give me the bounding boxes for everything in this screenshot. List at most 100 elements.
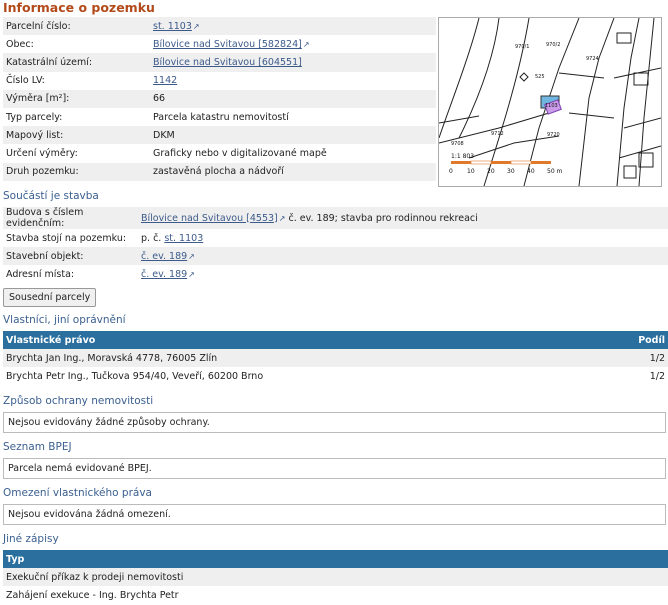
parcel-field-value: DKM	[153, 129, 175, 141]
external-link-icon[interactable]: ↗	[303, 40, 310, 49]
col-type: Typ	[3, 550, 668, 568]
owners-table: Vlastnické právo Podíl Brychta Jan Ing.,…	[3, 331, 668, 386]
map-scale-tick: 10	[467, 168, 475, 175]
map-scale-tick: 40	[527, 168, 535, 175]
restrictions-text: Nejsou evidována žádná omezení.	[3, 504, 666, 525]
parcel-info-table: Parcelní číslo: st. 1103↗ Obec: Bílovice na…	[3, 17, 436, 181]
parcel-field-link[interactable]: st. 1103	[153, 21, 192, 32]
parcel-field-label: Určení výměry:	[3, 144, 150, 163]
other-record-type: Exekuční příkaz k prodeji nemovitosti	[3, 568, 668, 587]
neighbor-parcels-button[interactable]: Sousední parcely	[3, 288, 97, 307]
building-row: Stavební objekt: č. ev. 189↗	[3, 247, 668, 266]
col-share: Podíl	[594, 331, 668, 349]
building-field-label: Budova s číslem evidenčním:	[3, 207, 138, 229]
external-link-icon[interactable]: ↗	[188, 270, 195, 279]
external-link-icon[interactable]: ↗	[193, 22, 200, 31]
building-field-value-cell: Bílovice nad Svitavou [4553]↗ č. ev. 189…	[138, 207, 668, 229]
parcel-field-label: Výměra [m²]:	[3, 89, 150, 108]
other-record-type: Zahájení exekuce - Ing. Brychta Petr	[3, 586, 668, 605]
building-heading: Součástí je stavba	[3, 190, 99, 202]
building-field-value-cell: č. ev. 189↗	[138, 265, 668, 284]
building-field-link[interactable]: st. 1103	[164, 233, 203, 244]
building-row: Budova s číslem evidenčním: Bílovice nad …	[3, 207, 668, 229]
parcel-field-value-cell: st. 1103↗	[150, 17, 436, 36]
building-field-label: Stavba stojí na pozemku:	[3, 229, 138, 248]
building-field-text: č. ev. 189; stavba pro rodinnou rekreaci	[285, 212, 478, 224]
parcel-field-value-cell: Bílovice nad Svitavou [604551]	[150, 53, 436, 72]
parcel-field-link[interactable]: Bílovice nad Svitavou [604551]	[153, 57, 302, 68]
map-label: 9724	[586, 56, 599, 62]
parcel-field-value-cell: 1142	[150, 71, 436, 90]
building-field-text: p. č.	[141, 232, 165, 244]
parcel-field-label: Typ parcely:	[3, 107, 150, 127]
building-field-link[interactable]: Bílovice nad Svitavou [4553]	[141, 213, 278, 224]
parcel-field-label: Číslo LV:	[3, 71, 150, 90]
building-field-link[interactable]: č. ev. 189	[141, 269, 187, 280]
owner-share: 1/2	[594, 349, 668, 368]
parcel-field-label: Mapový list:	[3, 126, 150, 145]
parcel-field-value: zastavěná plocha a nádvoří	[153, 166, 284, 178]
building-row: Adresní místa: č. ev. 189↗	[3, 265, 668, 284]
col-ownership: Vlastnické právo	[3, 331, 595, 349]
protection-text: Nejsou evidovány žádné způsoby ochrany.	[3, 412, 666, 433]
other-record-row: Exekuční příkaz k prodeji nemovitosti	[3, 568, 668, 587]
parcel-field-value-cell: Graficky nebo v digitalizované mapě	[150, 144, 436, 163]
map-scale-ratio: 1:1 803	[451, 153, 474, 160]
map-scale-tick: 0	[449, 168, 453, 175]
parcel-field-label: Druh pozemku:	[3, 162, 150, 181]
map-scale-tick: 30	[507, 168, 515, 175]
building-field-label: Stavební objekt:	[3, 247, 138, 266]
bpej-text: Parcela nemá evidované BPEJ.	[3, 458, 666, 479]
owners-heading: Vlastníci, jiní oprávnění	[3, 314, 126, 326]
parcel-field-value-cell: Parcela katastru nemovitostí	[150, 107, 436, 127]
map-label: 9708	[451, 141, 464, 147]
building-field-value-cell: p. č. st. 1103	[138, 229, 668, 248]
building-field-label: Adresní místa:	[3, 265, 138, 284]
parcel-field-value: Graficky nebo v digitalizované mapě	[153, 147, 327, 159]
parcel-field-value-cell: zastavěná plocha a nádvoří	[150, 162, 436, 181]
parcel-field-value-cell: DKM	[150, 126, 436, 145]
cadastral-map[interactable]: 970/1 9724 525 1103 9712 9720 9708 970/2…	[438, 17, 662, 187]
parcel-row: Určení výměry: Graficky nebo v digitalizo…	[3, 144, 436, 163]
parcel-row: Mapový list: DKM	[3, 126, 436, 145]
bpej-heading: Seznam BPEJ	[3, 441, 72, 453]
map-label: 9712	[491, 131, 504, 137]
map-label: 970/1	[515, 44, 529, 50]
other-records-table: Typ Exekuční příkaz k prodeji nemovitost…	[3, 550, 668, 605]
owner-name: Brychta Petr Ing., Tučkova 954/40, Veveř…	[3, 367, 595, 386]
owner-row: Brychta Jan Ing., Moravská 4778, 76005 Z…	[3, 349, 668, 368]
parcel-field-link[interactable]: 1142	[153, 75, 177, 86]
parcel-field-value: 66	[153, 93, 166, 105]
parcel-field-value-cell: Bílovice nad Svitavou [582824]↗	[150, 35, 436, 54]
map-scale-tick: 50 m	[547, 168, 563, 175]
parcel-field-label: Parcelní číslo:	[3, 17, 150, 36]
owner-share: 1/2	[594, 367, 668, 386]
parcel-row: Výměra [m²]: 66	[3, 89, 436, 108]
parcel-row: Číslo LV: 1142	[3, 71, 436, 90]
parcel-field-label: Obec:	[3, 35, 150, 54]
map-drawing: 970/1 9724 525 1103 9712 9720 9708 970/2…	[438, 17, 662, 187]
external-link-icon[interactable]: ↗	[188, 252, 195, 261]
parcel-row: Parcelní číslo: st. 1103↗	[3, 17, 436, 36]
parcel-field-value: Parcela katastru nemovitostí	[153, 111, 289, 123]
other-records-heading: Jiné zápisy	[3, 533, 59, 545]
owner-name: Brychta Jan Ing., Moravská 4778, 76005 Z…	[3, 349, 595, 368]
map-label: 970/2	[546, 42, 560, 48]
parcel-field-link[interactable]: Bílovice nad Svitavou [582824]	[153, 39, 302, 50]
map-label: 525	[535, 74, 545, 80]
map-scale-tick: 20	[487, 168, 495, 175]
building-row: Stavba stojí na pozemku: p. č. st. 1103	[3, 229, 668, 248]
map-label: 1103	[545, 103, 558, 109]
other-record-row: Zahájení exekuce - Ing. Brychta Petr	[3, 586, 668, 605]
parcel-row: Typ parcely: Parcela katastru nemovitostí	[3, 107, 436, 127]
parcel-row: Druh pozemku: zastavěná plocha a nádvoří	[3, 162, 436, 181]
building-field-value-cell: č. ev. 189↗	[138, 247, 668, 266]
parcel-field-label: Katastrální území:	[3, 53, 150, 72]
building-table: Budova s číslem evidenčním: Bílovice nad …	[3, 207, 668, 284]
parcel-row: Katastrální území: Bílovice nad Svitavou …	[3, 53, 436, 72]
restrictions-heading: Omezení vlastnického práva	[3, 487, 152, 499]
map-scale-bar	[451, 160, 551, 165]
parcel-field-value-cell: 66	[150, 89, 436, 108]
building-field-link[interactable]: č. ev. 189	[141, 251, 187, 262]
protection-heading: Způsob ochrany nemovitosti	[3, 395, 154, 407]
